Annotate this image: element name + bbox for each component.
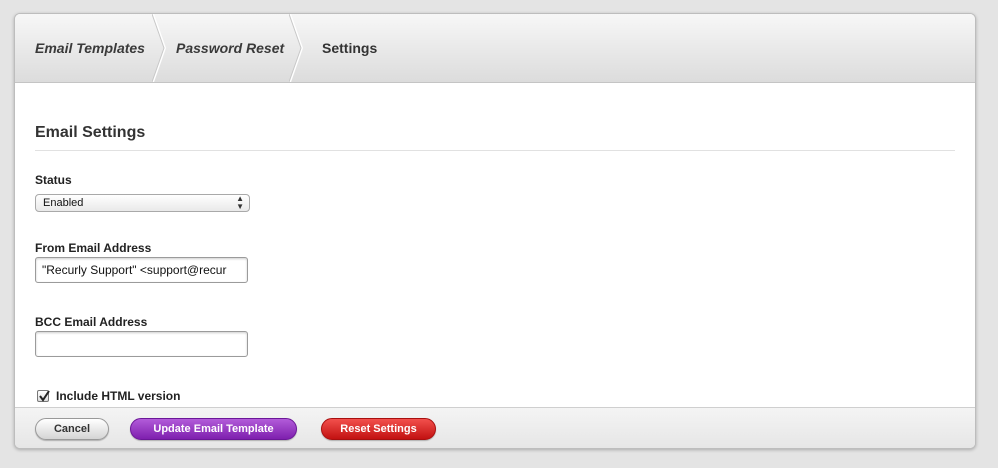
breadcrumb-separator-icon: [152, 14, 166, 82]
select-arrows-icon: ▲ ▼: [236, 194, 244, 211]
breadcrumb-password-reset[interactable]: Password Reset: [176, 14, 284, 82]
from-email-label: From Email Address: [35, 241, 152, 255]
status-select-value: Enabled: [43, 197, 84, 209]
status-label: Status: [35, 173, 72, 187]
from-email-field[interactable]: [35, 257, 248, 283]
section-title: Email Settings: [35, 124, 146, 141]
bcc-email-field[interactable]: [35, 331, 248, 357]
breadcrumb-settings: Settings: [322, 40, 378, 56]
bcc-email-label: BCC Email Address: [35, 315, 148, 329]
checkmark-icon: [39, 390, 50, 402]
breadcrumb: Email Templates Password Reset Settings: [15, 14, 975, 83]
include-html-checkbox[interactable]: [37, 390, 50, 402]
section-divider: [35, 150, 955, 151]
status-select[interactable]: Enabled ▲ ▼: [35, 194, 250, 212]
settings-panel: Email Templates Password Reset Settings …: [14, 13, 976, 449]
breadcrumb-separator-icon: [289, 14, 303, 82]
cancel-button[interactable]: Cancel: [35, 418, 109, 440]
form-actions-bar: Cancel Update Email Template Reset Setti…: [15, 407, 975, 448]
breadcrumb-email-templates[interactable]: Email Templates: [35, 14, 145, 82]
include-html-label: Include HTML version: [56, 389, 181, 403]
reset-settings-button[interactable]: Reset Settings: [321, 418, 436, 440]
update-email-template-button[interactable]: Update Email Template: [130, 418, 297, 440]
